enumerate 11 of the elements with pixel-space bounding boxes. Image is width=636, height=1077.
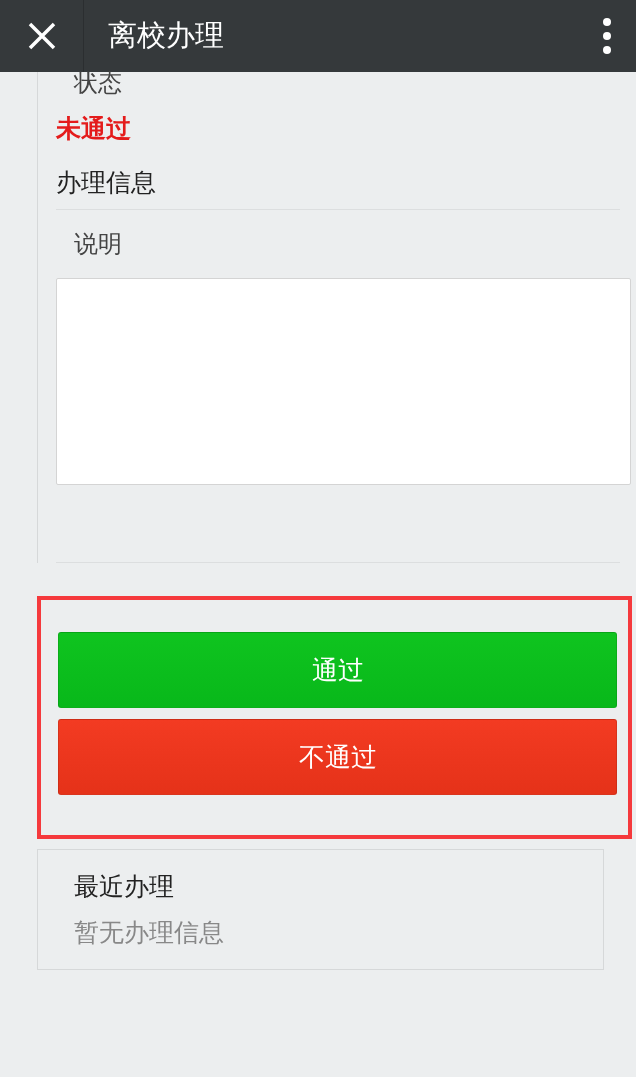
reject-button[interactable]: 不通过 xyxy=(58,719,617,795)
close-icon[interactable] xyxy=(26,21,57,51)
recent-title: 最近办理 xyxy=(74,871,175,903)
more-menu-icon[interactable] xyxy=(602,17,612,55)
page-title: 离校办理 xyxy=(107,17,225,55)
approve-button[interactable]: 通过 xyxy=(58,632,617,708)
status-value: 未通过 xyxy=(56,113,132,145)
section-title: 办理信息 xyxy=(56,166,157,199)
empty-message: 暂无办理信息 xyxy=(74,916,225,949)
status-label: 状态 xyxy=(73,72,123,94)
note-label: 说明 xyxy=(73,229,123,260)
